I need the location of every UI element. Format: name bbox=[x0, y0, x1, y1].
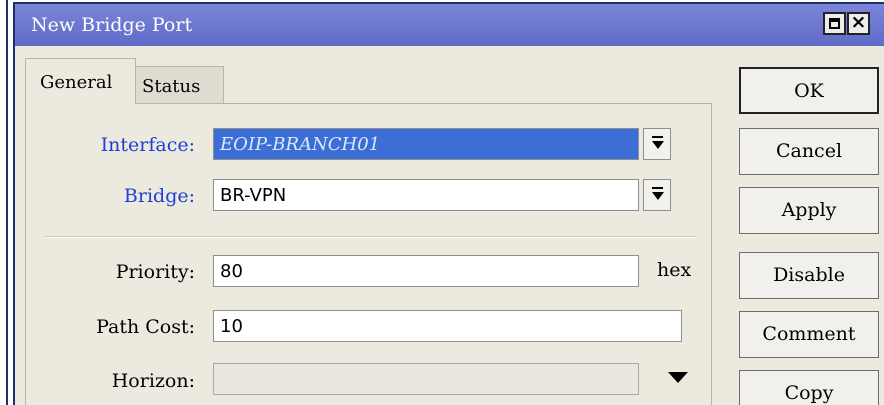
maximize-icon bbox=[829, 18, 840, 29]
horizon-field[interactable] bbox=[213, 363, 639, 395]
comment-button[interactable]: Comment bbox=[739, 311, 879, 358]
dropdown-bar-icon bbox=[652, 187, 663, 189]
ok-button[interactable]: OK bbox=[739, 67, 879, 114]
close-icon: × bbox=[850, 11, 867, 33]
tab-general[interactable]: General bbox=[25, 58, 136, 104]
bridge-field[interactable]: BR-VPN bbox=[213, 179, 639, 211]
interface-label: Interface: bbox=[100, 134, 195, 156]
priority-field[interactable]: 80 bbox=[213, 255, 639, 287]
tab-status-label: Status bbox=[142, 76, 201, 97]
form-divider bbox=[45, 236, 697, 238]
horizon-label: Horizon: bbox=[111, 370, 195, 392]
apply-button[interactable]: Apply bbox=[739, 187, 879, 234]
new-bridge-port-dialog: New Bridge Port × General Status Interfa… bbox=[13, 2, 884, 405]
bridge-label: Bridge: bbox=[123, 185, 195, 207]
dropdown-arrow-icon bbox=[652, 192, 664, 200]
cancel-button[interactable]: Cancel bbox=[739, 128, 879, 175]
tab-status[interactable]: Status bbox=[136, 66, 224, 104]
background-window-edge bbox=[0, 0, 8, 405]
tab-general-label: General bbox=[40, 72, 113, 93]
title-bar[interactable]: New Bridge Port × bbox=[15, 4, 884, 46]
interface-field[interactable]: EOIP-BRANCH01 bbox=[213, 128, 639, 160]
path-cost-label: Path Cost: bbox=[96, 316, 195, 338]
bridge-dropdown-button[interactable] bbox=[643, 179, 671, 211]
interface-dropdown-button[interactable] bbox=[643, 128, 671, 160]
disable-button[interactable]: Disable bbox=[739, 252, 879, 299]
close-button[interactable]: × bbox=[847, 11, 870, 35]
horizon-dropdown-arrow-icon[interactable] bbox=[668, 372, 688, 383]
copy-button[interactable]: Copy bbox=[739, 370, 879, 405]
priority-label: Priority: bbox=[115, 261, 195, 283]
priority-unit: hex bbox=[657, 259, 692, 281]
dropdown-bar-icon bbox=[652, 136, 663, 138]
path-cost-field[interactable]: 10 bbox=[213, 310, 682, 342]
dropdown-arrow-icon bbox=[652, 141, 664, 149]
window-title: New Bridge Port bbox=[31, 14, 193, 36]
maximize-button[interactable] bbox=[823, 12, 846, 35]
